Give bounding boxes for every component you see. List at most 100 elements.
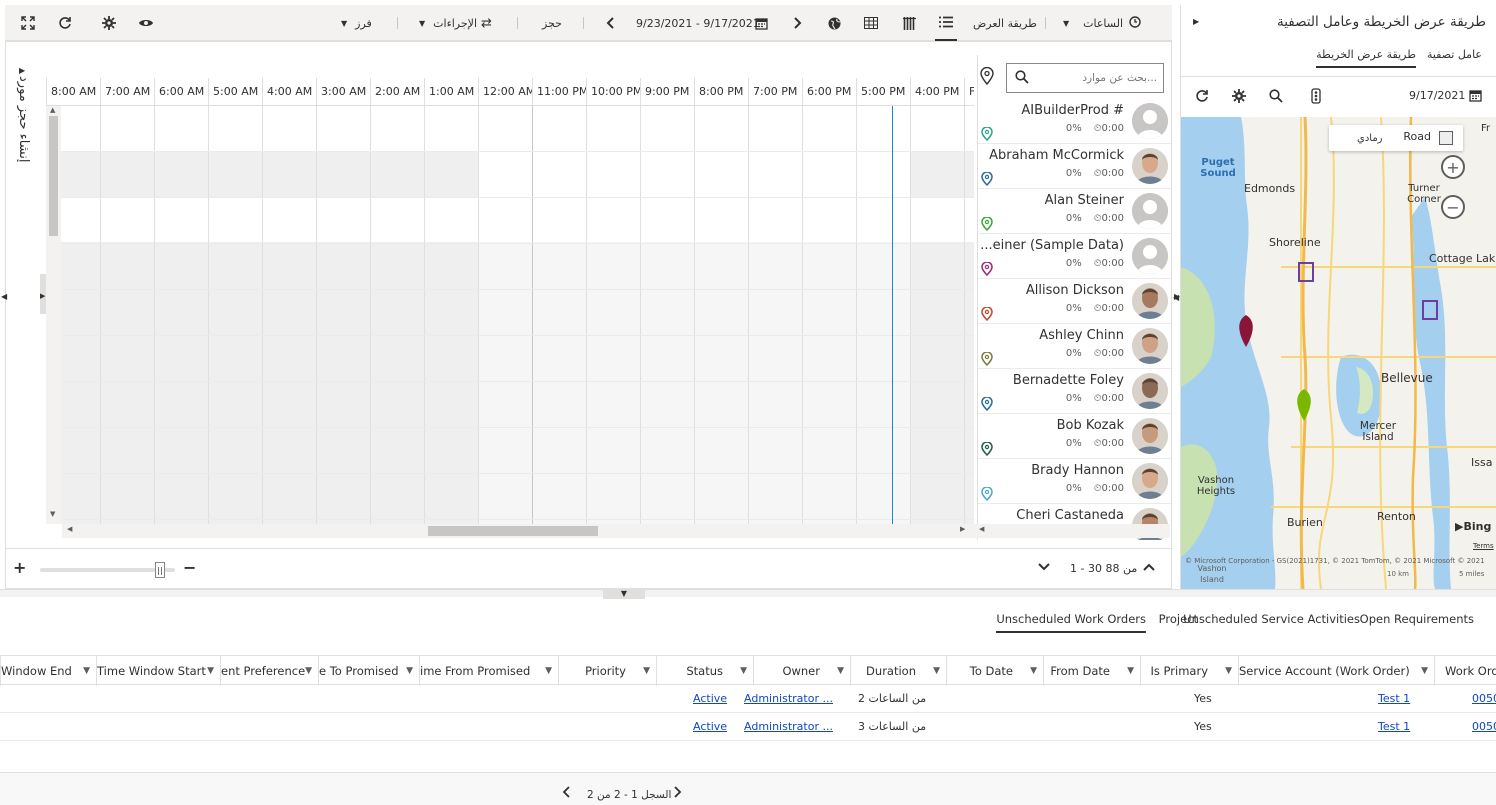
column-header[interactable]: To Date ▼ [946, 656, 1043, 686]
tab-filter[interactable]: عامل تصفية [1427, 48, 1482, 61]
map-pin-icon[interactable] [981, 172, 993, 186]
column-header[interactable]: Status ▼ [656, 656, 753, 686]
owner-link[interactable]: Administrator ... [744, 713, 833, 741]
tab-unscheduled-service-activities[interactable]: Unscheduled Service Activities [1183, 612, 1360, 626]
column-header[interactable]: Window End ▼ [0, 656, 96, 686]
chevron-down-icon[interactable]: ▼ [1030, 656, 1037, 686]
search-icon[interactable] [1015, 70, 1029, 87]
chevron-up-icon[interactable] [1143, 560, 1155, 574]
column-header[interactable]: Work Orde [1434, 656, 1496, 686]
timeline-grid[interactable] [46, 106, 974, 524]
collapse-map-icon[interactable]: ◀ [1173, 293, 1179, 302]
map-pin-filter-icon[interactable] [980, 66, 994, 88]
resource-hscrollbar[interactable]: ◀ [974, 524, 1170, 538]
horizontal-scrollbar[interactable]: ◀ ▶ [62, 524, 974, 538]
scroll-left-icon[interactable]: ◀ [979, 525, 984, 533]
map-pin-icon[interactable] [981, 217, 993, 231]
zoom-slider-handle[interactable]: || [155, 562, 165, 578]
column-header[interactable]: Owner ▼ [753, 656, 850, 686]
previous-icon[interactable] [603, 5, 617, 41]
expand-strip-icon[interactable]: ▶ [19, 66, 25, 75]
next-icon[interactable] [791, 5, 805, 41]
column-header[interactable]: Is Primary ▼ [1140, 656, 1238, 686]
resource-row[interactable]: Abraham McCormick 0% ⏲0:00 [978, 144, 1171, 189]
chevron-down-icon[interactable]: ▼ [1225, 656, 1232, 686]
table-row[interactable]: 0050 Test 1 Yes 2 من الساعات Administrator .… [0, 685, 1496, 713]
gear-icon[interactable] [100, 5, 118, 41]
column-header[interactable]: Service Account (Work Order) ▼ [1238, 656, 1434, 686]
horizontal-scroll-thumb[interactable] [428, 526, 598, 536]
tab-open-requirements[interactable]: Open Requirements [1360, 612, 1474, 626]
globe-icon[interactable] [826, 5, 842, 41]
search-icon[interactable] [1269, 89, 1283, 106]
zoom-in-icon[interactable]: + [1441, 155, 1465, 179]
refresh-icon[interactable] [1195, 89, 1209, 106]
chevron-down-icon[interactable]: ▼ [837, 656, 844, 686]
table-view-icon[interactable] [863, 5, 879, 41]
column-header[interactable]: From Date ▼ [1043, 656, 1140, 686]
map-pin-icon[interactable] [981, 442, 993, 456]
previous-page-icon[interactable] [562, 786, 570, 801]
map-pin-icon[interactable] [981, 397, 993, 411]
chevron-down-icon[interactable]: ▼ [406, 656, 413, 686]
resource-row[interactable]: Bob Kozak 0% ⏲0:00 [978, 414, 1171, 459]
hours-dropdown[interactable]: ▼ الساعات [1063, 5, 1141, 41]
map-pin-icon[interactable] [981, 352, 993, 366]
vertical-view-icon[interactable] [901, 5, 917, 41]
chevron-down-icon[interactable]: ▼ [1127, 656, 1134, 686]
chevron-down-icon[interactable]: ▼ [933, 656, 940, 686]
work-order-link[interactable]: 0050 [1472, 713, 1496, 741]
collapse-panel-icon[interactable]: ▶ [1193, 17, 1199, 26]
tab-unscheduled-work-orders[interactable]: Unscheduled Work Orders [996, 612, 1146, 633]
map-pin-icon[interactable] [981, 127, 993, 141]
resource-row[interactable]: Bernadette Foley 0% ⏲0:00 [978, 369, 1171, 414]
section-splitter[interactable] [0, 589, 1496, 597]
chevron-down-icon[interactable]: ▼ [643, 656, 650, 686]
service-account-link[interactable]: Test 1 [1378, 685, 1410, 713]
collapse-bottom-icon[interactable]: ▼ [603, 589, 645, 599]
vertical-scrollbar[interactable]: ▲ ▼ [46, 106, 61, 524]
map-style-selector[interactable]: Road رمادي [1329, 125, 1463, 151]
terms-link[interactable]: Terms [1473, 542, 1494, 550]
service-account-link[interactable]: Test 1 [1378, 713, 1410, 741]
map-pin-icon[interactable] [981, 487, 993, 501]
resource-row[interactable]: ...einer (Sample Data) 0% ⏲0:00 [978, 234, 1171, 279]
column-header[interactable]: ime From Promised ▼ [419, 656, 558, 686]
column-header[interactable]: e To Promised ▼ [318, 656, 419, 686]
chevron-down-icon[interactable]: ▼ [83, 656, 90, 686]
resource-row[interactable]: Brady Hannon 0% ⏲0:00 [978, 459, 1171, 504]
list-view-icon[interactable] [935, 5, 957, 41]
chevron-down-icon[interactable]: ▼ [207, 656, 214, 686]
column-header[interactable]: ent Preference ▼ [220, 656, 318, 686]
owner-link[interactable]: Administrator ... [744, 685, 833, 713]
zoom-slider[interactable]: || [40, 562, 175, 578]
column-header[interactable]: Time Window Start ▼ [96, 656, 220, 686]
resource-search-box[interactable] [1006, 63, 1164, 93]
chevron-down-icon[interactable]: ▼ [305, 656, 312, 686]
eye-icon[interactable] [137, 5, 155, 41]
sort-dropdown[interactable]: ▼ فرز [341, 5, 372, 41]
status-link[interactable]: Active [693, 713, 727, 741]
column-header[interactable]: Priority ▼ [558, 656, 656, 686]
chevron-down-icon[interactable]: ▼ [1421, 656, 1428, 686]
date-range[interactable]: 9/23/2021 - 9/17/2021 [636, 5, 760, 41]
map-canvas[interactable]: Road رمادي + − Puget Sound Edmonds Shoreli… [1181, 117, 1496, 589]
calendar-icon[interactable] [753, 5, 769, 41]
scroll-left-icon[interactable]: ◀ [67, 525, 72, 533]
create-booking-strip[interactable]: ▶ إنشاء حجز مورد [6, 52, 41, 540]
scroll-right-icon[interactable]: ▶ [960, 525, 965, 533]
resource-search-input[interactable] [1037, 69, 1157, 87]
resource-row[interactable]: Alan Steiner 0% ⏲0:00 [978, 189, 1171, 234]
resource-row[interactable]: AIBuilderProd # 0% ⏲0:00 [978, 99, 1171, 144]
column-header[interactable]: Duration ▼ [850, 656, 946, 686]
status-link[interactable]: Active [693, 685, 727, 713]
next-page-icon[interactable] [674, 786, 682, 801]
expand-icon[interactable] [19, 5, 37, 41]
scroll-up-icon[interactable]: ▲ [50, 106, 55, 114]
map-pin-icon[interactable] [981, 262, 993, 276]
map-pin-icon[interactable] [981, 307, 993, 321]
chevron-down-icon[interactable]: ▼ [740, 656, 747, 686]
collapse-left-icon[interactable]: ◀ [1, 292, 7, 301]
scroll-down-icon[interactable]: ▼ [50, 510, 55, 518]
table-row[interactable]: 0050 Test 1 Yes 3 من الساعات Administrator .… [0, 713, 1496, 741]
